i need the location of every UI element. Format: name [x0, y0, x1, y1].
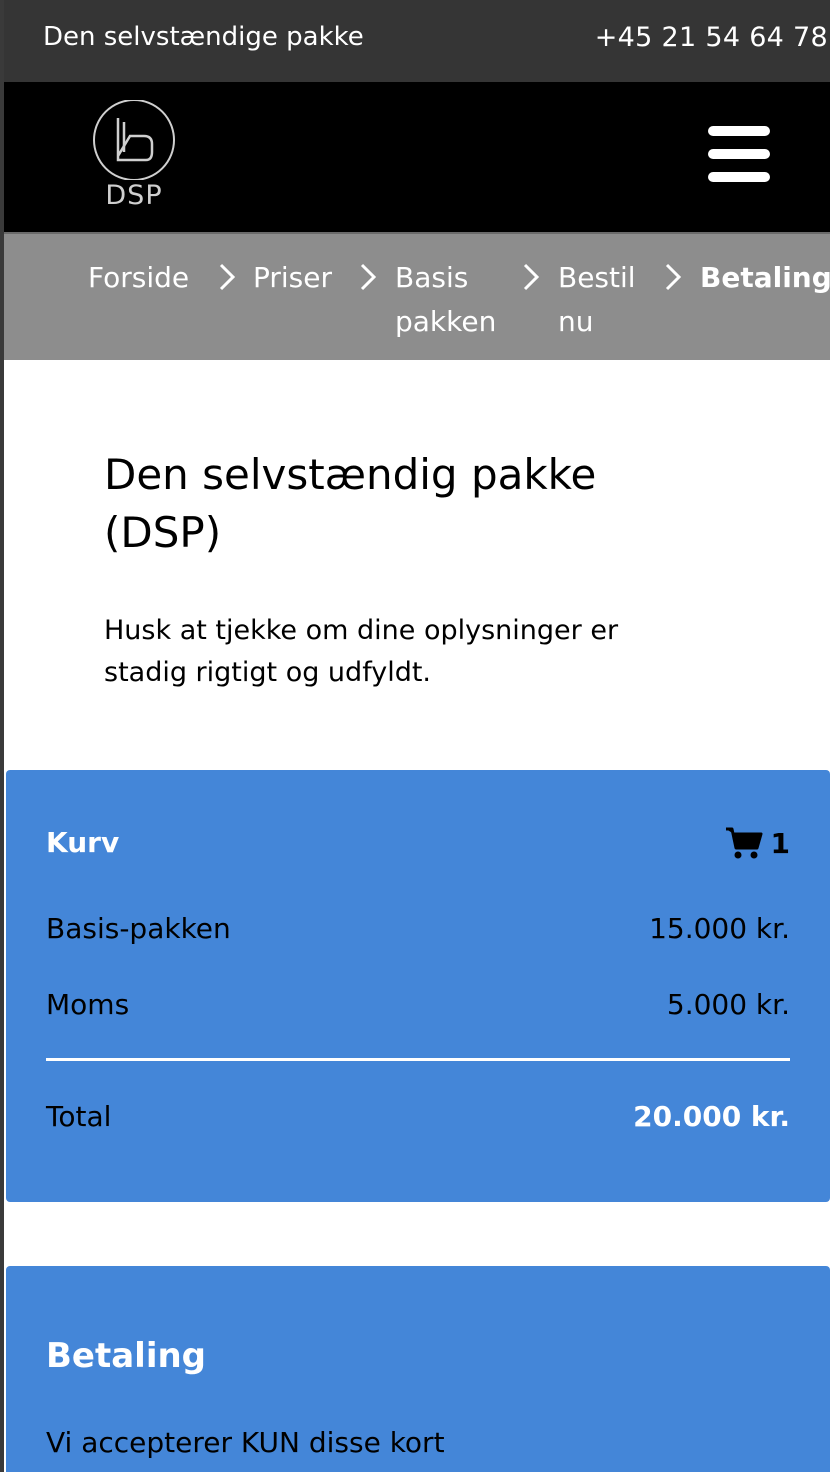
cart-panel: Kurv 1 Basis-pakken 15.000 kr. Moms 5.00… — [6, 770, 830, 1202]
payment-note: Vi accepterer KUN disse kort — [46, 1426, 445, 1459]
cart-count: 1 — [770, 826, 790, 860]
chevron-right-icon — [360, 263, 377, 291]
tagline: Den selvstændige pakke — [43, 22, 364, 52]
breadcrumb-item-betaling: Betaling — [700, 261, 830, 294]
cart-count-badge[interactable]: 1 — [725, 826, 790, 860]
intro-text: Husk at tjekke om dine oplysninger er st… — [104, 615, 619, 688]
cart-line-value: 15.000 kr. — [649, 912, 790, 945]
payment-title: Betaling — [46, 1336, 207, 1376]
logo[interactable]: DSP — [88, 100, 180, 218]
cart-divider — [46, 1058, 790, 1061]
chevron-right-icon — [523, 263, 540, 291]
breadcrumb-item-bestil-nu[interactable]: Bestil nu — [558, 256, 648, 344]
site-header: DSP — [4, 82, 830, 232]
chevron-right-icon — [665, 263, 682, 291]
phone-link[interactable]: +45 21 54 64 78 — [595, 22, 828, 53]
breadcrumb-item-priser[interactable]: Priser — [253, 256, 332, 300]
breadcrumb-item-forside[interactable]: Forside — [88, 256, 189, 300]
chevron-right-icon — [219, 263, 236, 291]
logo-mark-icon — [93, 100, 175, 180]
cart-line-label: Moms — [46, 988, 130, 1021]
hamburger-menu-icon[interactable] — [704, 122, 772, 186]
breadcrumb: Forside Priser Basis pakken Bestil nu Be… — [4, 232, 830, 360]
logo-text: DSP — [105, 180, 163, 211]
total-value: 20.000 kr. — [633, 1100, 790, 1133]
cart-title: Kurv — [46, 826, 120, 859]
page-title: Den selvstændig pakke (DSP) — [104, 450, 597, 557]
shopping-cart-icon — [725, 827, 763, 859]
breadcrumb-item-basis-pakken[interactable]: Basis pakken — [395, 256, 505, 344]
cart-line-value: 5.000 kr. — [666, 988, 790, 1021]
cart-line-label: Basis-pakken — [46, 912, 231, 945]
page: Den selvstændige pakke +45 21 54 64 78 D… — [4, 0, 830, 1472]
total-label: Total — [46, 1100, 112, 1133]
top-info-bar: Den selvstændige pakke +45 21 54 64 78 — [4, 0, 830, 82]
payment-panel: Betaling Vi accepterer KUN disse kort — [6, 1266, 830, 1472]
